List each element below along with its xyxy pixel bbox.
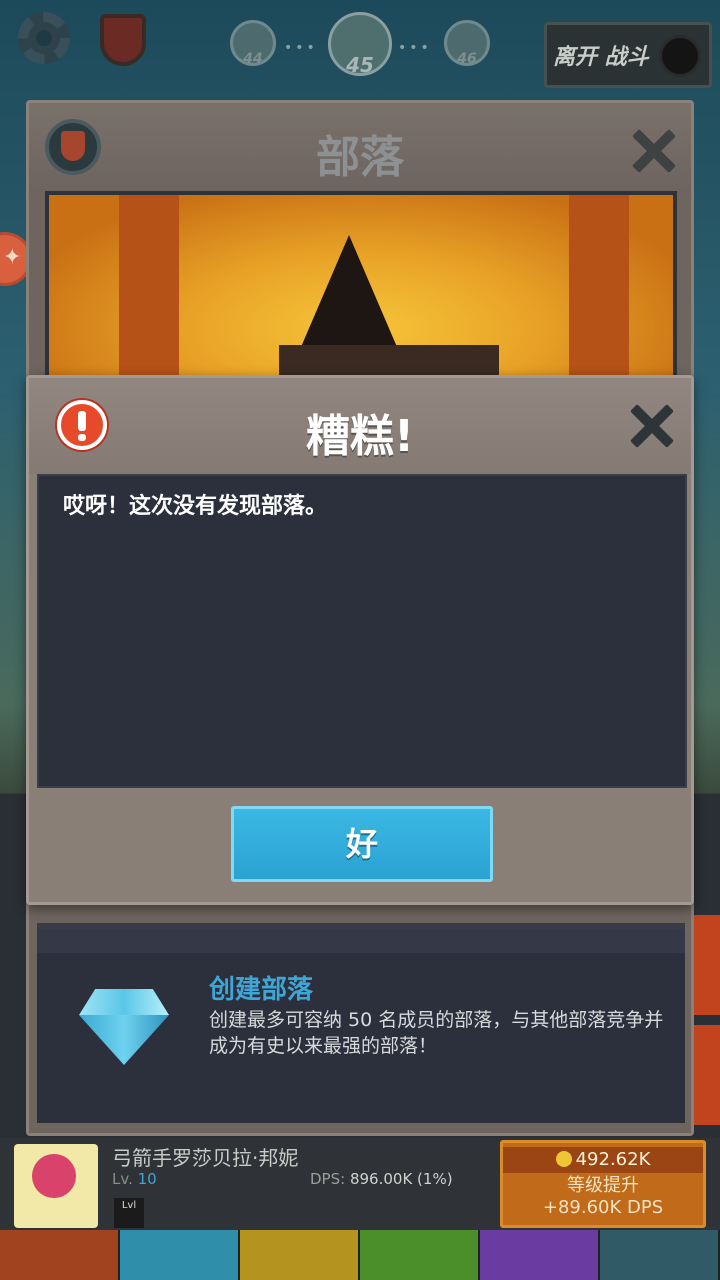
close-icon[interactable] — [629, 404, 673, 448]
ok-button[interactable]: 好 — [231, 806, 493, 882]
alert-dialog-body: 哎呀！这次没有发现部落。 — [37, 474, 687, 788]
alert-dialog: 糟糕! 哎呀！这次没有发现部落。 好 — [26, 375, 694, 905]
alert-dialog-title: 糟糕! — [305, 411, 415, 462]
alert-dialog-header: 糟糕! — [29, 378, 691, 474]
alert-dialog-message: 哎呀！这次没有发现部落。 — [63, 494, 328, 519]
